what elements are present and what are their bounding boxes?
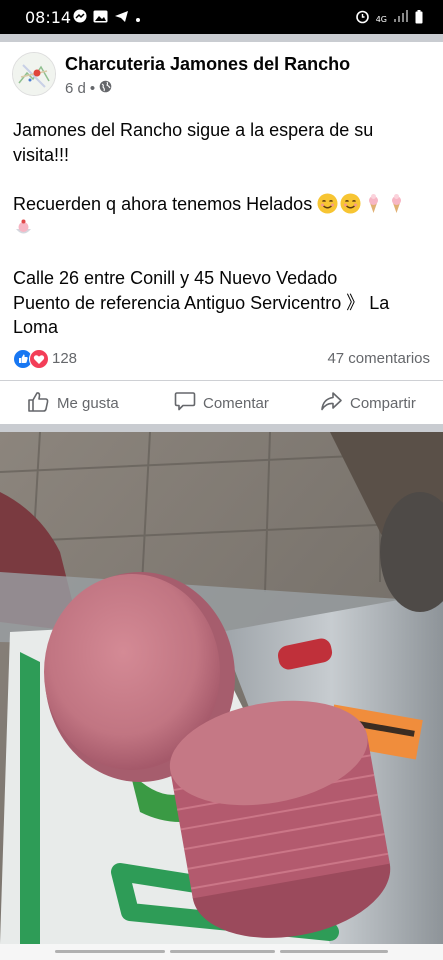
share-button[interactable]: Compartir (320, 381, 416, 425)
comments-count[interactable]: 47 comentarios (327, 350, 430, 367)
status-time: 08:14 (25, 8, 72, 27)
like-label: Me gusta (57, 394, 119, 412)
status-bar: 08:14 4G (0, 0, 443, 34)
alarm-icon (355, 9, 370, 29)
reaction-count[interactable]: 128 (52, 350, 77, 367)
comment-label: Comentar (203, 394, 269, 412)
page-name[interactable]: Charcuteria Jamones del Rancho (65, 54, 350, 75)
nav-home-gesture[interactable] (170, 950, 275, 953)
ice-cream-icon (363, 193, 384, 214)
post-line-2-text: Recuerden q ahora tenemos Helados (13, 194, 313, 214)
photo-ham-slicer (0, 432, 443, 944)
comment-button[interactable]: Comentar (174, 381, 269, 425)
post-actions: Me gusta Comentar Compartir (0, 380, 443, 425)
post-photo[interactable] (0, 432, 443, 944)
network-type-label: 4G (375, 14, 387, 24)
meta-separator: • (89, 80, 96, 97)
feed-divider (0, 424, 443, 432)
post-time[interactable]: 6 d (65, 80, 86, 97)
smiling-face-icon (340, 193, 361, 214)
notification-dot-icon (135, 10, 141, 28)
signal-icon (393, 10, 409, 28)
post-line-3: Calle 26 entre Conill y 45 Nuevo Vedado (13, 268, 338, 288)
globe-icon (99, 80, 112, 97)
like-button[interactable]: Me gusta (27, 381, 119, 425)
share-icon (320, 390, 343, 416)
gallery-icon (93, 10, 108, 28)
ice-cream-bowl-icon (13, 218, 34, 239)
love-reaction-icon (29, 349, 49, 374)
telegram-icon (114, 10, 129, 28)
post-text: Jamones del Rancho sigue a la espera de … (13, 118, 428, 340)
messenger-icon (73, 9, 87, 28)
reactions-summary[interactable]: 128 47 comentarios (0, 346, 443, 372)
post-line-4: Puento de referencia Antiguo Servicentro… (13, 292, 390, 338)
nav-back-gesture[interactable] (55, 950, 165, 953)
comment-icon (174, 390, 196, 416)
feed-divider (0, 34, 443, 42)
post-header: Charcuteria Jamones del Rancho 6 d • (0, 42, 443, 104)
page-avatar[interactable] (12, 52, 56, 96)
system-nav-bar (0, 944, 443, 960)
ice-cream-icon (386, 193, 407, 214)
share-label: Compartir (350, 394, 416, 412)
post-meta: 6 d • (65, 80, 112, 97)
post-line-1: Jamones del Rancho sigue a la espera de … (13, 120, 374, 165)
post-line-2: Recuerden q ahora tenemos Helados (13, 192, 428, 241)
smiling-face-icon (317, 193, 338, 214)
like-icon (27, 390, 50, 417)
battery-icon (415, 9, 423, 29)
nav-recents-gesture[interactable] (280, 950, 388, 953)
